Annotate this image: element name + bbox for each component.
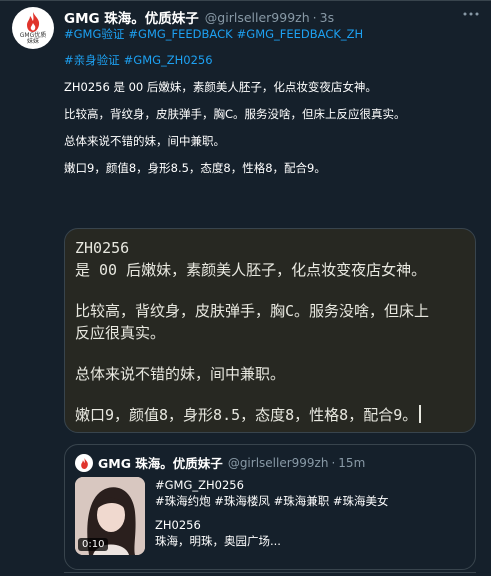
avatar-logo-text: GMG优质 妹妹 — [19, 31, 47, 45]
tweet-body: #GMG验证 #GMG_FEEDBACK #GMG_FEEDBACK_ZH #亲身验… — [64, 26, 484, 176]
media-line: 比较高，背纹身，皮肤弹手，胸C。服务没啥，但床上 — [75, 302, 430, 320]
quote-code: ZH0256 — [155, 518, 201, 532]
header-separator: · — [312, 9, 317, 25]
media-line-text: 嫩口9，颜值8，身形8.5，态度8，性格8，配合9。 — [75, 406, 418, 424]
tweet-text-detail: 比较高，背纹身，皮肤弹手，胸C。服务没啥，但床上反应很真实。 — [64, 107, 406, 121]
media-line: 是 00 后嫩妹，素颜美人胚子，化点妆变夜店女神。 — [75, 261, 427, 279]
quote-timestamp: 15m — [338, 455, 366, 470]
tweet-text-intro: ZH0256 是 00 后嫩妹，素颜美人胚子，化点妆变夜店女神。 — [64, 80, 377, 94]
hashtag-link[interactable]: #GMG_FEEDBACK_ZH — [237, 27, 364, 41]
quoted-tweet[interactable]: GMG 珠海。优质妹子 @girlseller999zh · 15m 0:10 … — [64, 444, 476, 570]
media-text-block: ZH0256 是 00 后嫩妹，素颜美人胚子，化点妆变夜店女神。 比较高，背纹身… — [75, 237, 465, 426]
avatar[interactable]: GMG优质 妹妹 — [12, 7, 54, 49]
quote-hashtag: #珠海约炮 — [155, 494, 211, 508]
quote-hashtag: #珠海楼凤 — [214, 494, 270, 508]
hashtag-link[interactable]: #亲身验证 — [64, 53, 120, 67]
next-card-edge — [64, 572, 476, 576]
quote-hashtag: #珠海兼职 — [273, 494, 330, 508]
tweet-text-ratings: 嫩口9，颜值8，身形8.5，态度8，性格8，配合9。 — [64, 161, 326, 175]
hashtag-link[interactable]: #GMG验证 — [64, 27, 124, 41]
display-name[interactable]: GMG 珠海。优质妹子 — [64, 7, 199, 27]
quote-display-name: GMG 珠海。优质妹子 — [98, 456, 223, 471]
media-image[interactable]: ZH0256 是 00 后嫩妹，素颜美人胚子，化点妆变夜店女神。 比较高，背纹身… — [64, 228, 476, 433]
flame-logo-icon — [80, 457, 88, 469]
hashtag-line-2: #亲身验证 #GMG_ZH0256 — [64, 52, 484, 68]
quote-header: GMG 珠海。优质妹子 @girlseller999zh · 15m — [98, 453, 365, 472]
quote-location: 珠海，明珠，奥园广场... — [155, 534, 281, 548]
tweet[interactable]: GMG优质 妹妹 GMG 珠海。优质妹子 @girlseller999zh · … — [0, 0, 491, 576]
quote-avatar — [75, 454, 93, 472]
media-line: 反应很真实。 — [75, 324, 166, 342]
hashtag-link[interactable]: #GMG_ZH0256 — [124, 53, 213, 67]
media-line-last: 嫩口9，颜值8，身形8.5，态度8，性格8，配合9。 — [75, 404, 465, 426]
flame-logo-icon — [27, 11, 40, 32]
media-line: 总体来说不错的妹，间中兼职。 — [75, 365, 286, 383]
quote-text: #GMG_ZH0256 #珠海约炮 #珠海楼凤 #珠海兼职 #珠海美女 ZH02… — [155, 477, 470, 549]
timestamp[interactable]: 3s — [320, 10, 334, 25]
hashtag-link[interactable]: #GMG_FEEDBACK — [128, 27, 232, 41]
tweet-text-summary: 总体来说不错的妹，间中兼职。 — [64, 134, 225, 148]
video-duration: 0:10 — [78, 538, 109, 551]
text-cursor — [419, 405, 422, 423]
quote-hashtag-line-2: #珠海约炮 #珠海楼凤 #珠海兼职 #珠海美女 — [155, 493, 470, 509]
video-thumbnail[interactable]: 0:10 — [75, 477, 145, 555]
quote-handle: @girlseller999zh — [227, 455, 329, 470]
media-line: ZH0256 — [75, 239, 130, 257]
hashtag-line-1: #GMG验证 #GMG_FEEDBACK #GMG_FEEDBACK_ZH — [64, 26, 484, 42]
user-handle[interactable]: @girlseller999zh — [205, 10, 310, 25]
quote-hashtag: #珠海美女 — [332, 494, 389, 508]
quote-separator: · — [331, 455, 336, 470]
tweet-header: GMG 珠海。优质妹子 @girlseller999zh · 3s — [64, 7, 484, 28]
more-icon[interactable] — [461, 4, 481, 24]
quote-hashtag-line-1: #GMG_ZH0256 — [155, 478, 244, 492]
divider — [0, 0, 491, 1]
